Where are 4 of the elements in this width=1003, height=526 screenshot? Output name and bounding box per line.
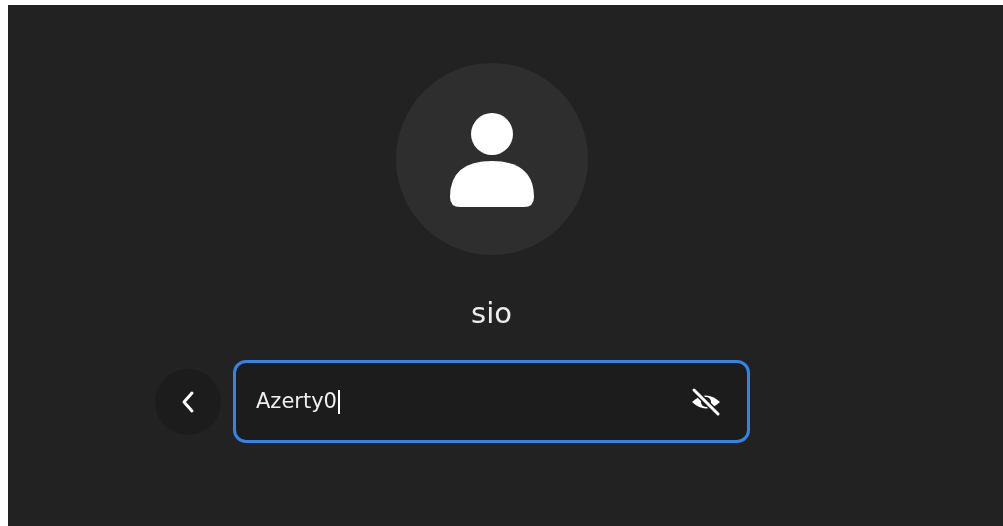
hide-password-icon[interactable] (689, 386, 723, 417)
username: sio (471, 295, 512, 331)
password-field[interactable]: Azerty0 (233, 360, 750, 443)
back-icon (180, 389, 196, 414)
